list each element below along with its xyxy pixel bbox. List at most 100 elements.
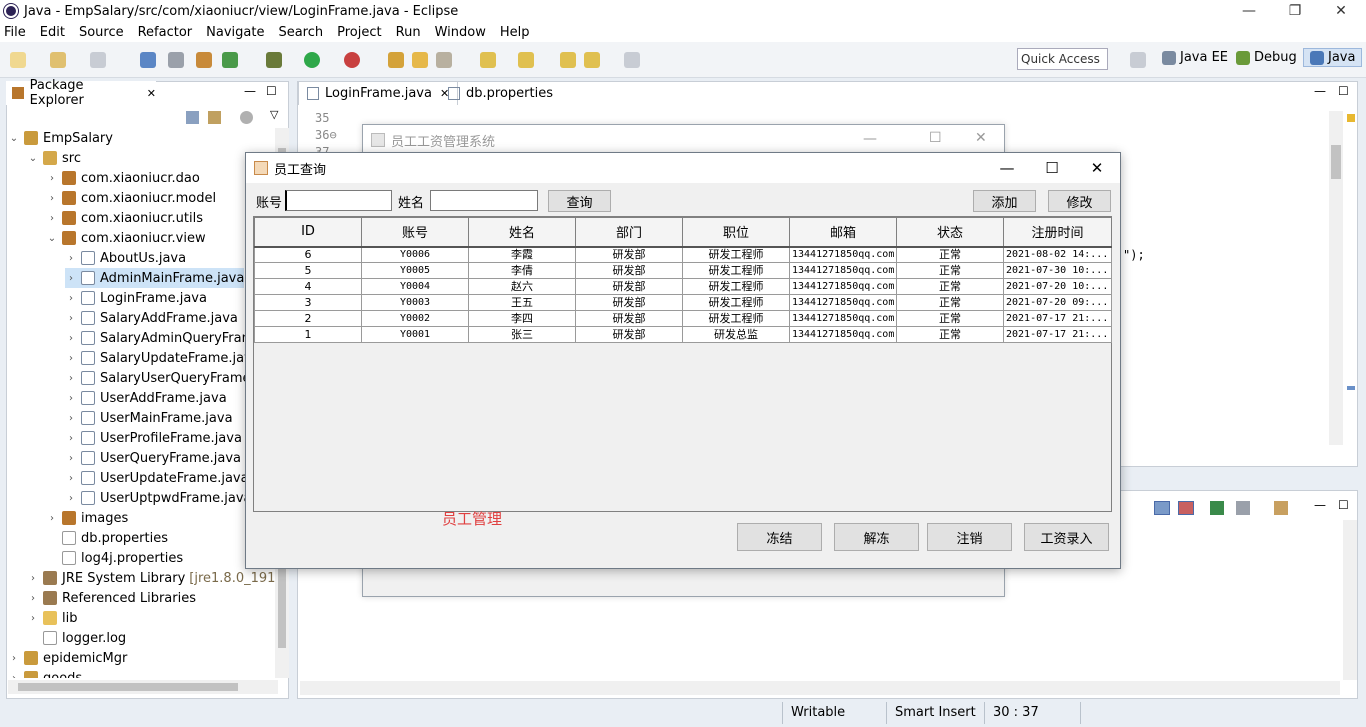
collapsed-chevron-icon[interactable]: › [65, 293, 77, 304]
tree-item[interactable]: › UserQueryFrame.java [65, 448, 241, 468]
collapse-all-icon[interactable] [186, 111, 199, 124]
open-task-icon[interactable] [412, 52, 428, 68]
column-header[interactable]: 邮箱 [789, 217, 897, 248]
table-cell[interactable]: 2021-08-02 14:... [1003, 246, 1112, 263]
table-cell[interactable]: 2021-07-17 21:... [1003, 310, 1112, 327]
tree-item[interactable]: log4j.properties [46, 548, 183, 568]
account-input[interactable] [285, 190, 392, 211]
tree-item[interactable]: › AboutUs.java [65, 248, 186, 268]
menu-edit[interactable]: Edit [40, 25, 65, 40]
next-annotation-icon[interactable] [480, 52, 496, 68]
collapsed-chevron-icon[interactable]: › [27, 573, 39, 584]
table-cell[interactable]: 研发总监 [682, 326, 790, 343]
table-cell[interactable]: 研发部 [575, 310, 683, 327]
tree-item[interactable]: › goods [8, 668, 82, 678]
menu-run[interactable]: Run [396, 25, 421, 40]
perspective-debug[interactable]: Debug [1236, 50, 1297, 65]
table-cell[interactable]: 5 [254, 262, 362, 279]
collapsed-chevron-icon[interactable]: › [8, 673, 20, 679]
run-icon[interactable] [304, 52, 320, 68]
table-cell[interactable]: 2021-07-20 10:... [1003, 278, 1112, 295]
collapsed-chevron-icon[interactable]: › [65, 433, 77, 444]
table-row[interactable]: 1 Y0001 张三 研发部 研发总监 13441271850qq.com 正常 2021-0… [254, 326, 1112, 343]
table-cell[interactable]: 2021-07-30 10:... [1003, 262, 1112, 279]
freeze-button[interactable]: 冻结 [737, 523, 822, 551]
tree-horizontal-scrollbar[interactable] [8, 680, 278, 694]
pin-console-icon[interactable] [1154, 501, 1170, 515]
menu-search[interactable]: Search [278, 25, 323, 40]
tree-item[interactable]: › images [46, 508, 128, 528]
table-cell[interactable]: 13441271850qq.com [789, 294, 897, 311]
table-cell[interactable]: 6 [254, 246, 362, 263]
tree-item[interactable]: › AdminMainFrame.java [65, 268, 245, 288]
tree-item[interactable]: › lib [27, 608, 77, 628]
collapsed-chevron-icon[interactable]: › [65, 253, 77, 264]
coverage-icon[interactable] [344, 52, 360, 68]
tree-item[interactable]: › epidemicMgr [8, 648, 127, 668]
perspective-java[interactable]: Java [1303, 48, 1363, 67]
console-options-icon[interactable] [1236, 501, 1250, 515]
last-edit-icon[interactable] [560, 52, 576, 68]
menu-help[interactable]: Help [500, 25, 530, 40]
code-text[interactable]: "); [1123, 248, 1145, 262]
column-header[interactable]: 状态 [896, 217, 1004, 248]
table-row[interactable]: 5 Y0005 李倩 研发部 研发工程师 13441271850qq.com 正常 2021-… [254, 262, 1112, 279]
table-cell[interactable]: 研发工程师 [682, 278, 790, 295]
menu-navigate[interactable]: Navigate [206, 25, 264, 40]
table-cell[interactable]: Y0005 [361, 262, 469, 279]
console-vertical-scrollbar[interactable] [1343, 520, 1357, 680]
admin-close-button[interactable]: ✕ [975, 130, 987, 146]
expanded-chevron-icon[interactable]: ⌄ [8, 133, 20, 144]
tree-item[interactable]: › UserUpdateFrame.java [65, 468, 249, 488]
tree-item[interactable]: › com.xiaoniucr.utils [46, 208, 203, 228]
table-cell[interactable]: 研发工程师 [682, 310, 790, 327]
console-minimize-icon[interactable]: — [1314, 498, 1326, 512]
focus-icon[interactable] [240, 111, 253, 124]
table-cell[interactable]: 正常 [896, 246, 1004, 263]
collapsed-chevron-icon[interactable]: › [65, 393, 77, 404]
salary-entry-button[interactable]: 工资录入 [1024, 523, 1109, 551]
display-console-icon[interactable] [1178, 501, 1194, 515]
tab-package-explorer[interactable]: Package Explorer ✕ [6, 78, 156, 108]
table-cell[interactable]: Y0006 [361, 246, 469, 263]
editor-minimize-icon[interactable]: — [1314, 84, 1326, 98]
collapsed-chevron-icon[interactable]: › [27, 613, 39, 624]
table-cell[interactable]: 研发部 [575, 246, 683, 263]
table-cell[interactable]: 研发工程师 [682, 262, 790, 279]
column-header[interactable]: ID [254, 217, 362, 248]
tree-item[interactable]: › com.xiaoniucr.dao [46, 168, 200, 188]
table-cell[interactable]: 研发部 [575, 262, 683, 279]
table-cell[interactable]: 正常 [896, 294, 1004, 311]
table-cell[interactable]: 李霞 [468, 246, 576, 263]
tree-item[interactable]: ⌄ com.xiaoniucr.view [46, 228, 206, 248]
table-cell[interactable]: Y0003 [361, 294, 469, 311]
editor-tab-db-properties[interactable]: db.properties [440, 81, 561, 105]
collapsed-chevron-icon[interactable]: › [65, 353, 77, 364]
table-cell[interactable]: Y0004 [361, 278, 469, 295]
table-cell[interactable]: 13441271850qq.com [789, 310, 897, 327]
minimize-button[interactable]: — [1226, 0, 1272, 22]
add-button[interactable]: 添加 [973, 190, 1036, 212]
table-cell[interactable]: 2 [254, 310, 362, 327]
table-row[interactable]: 6 Y0006 李霞 研发部 研发工程师 13441271850qq.com 正常 2021-… [254, 246, 1112, 263]
column-header[interactable]: 注册时间 [1003, 217, 1112, 248]
table-cell[interactable]: 李四 [468, 310, 576, 327]
tree-item[interactable]: › JRE System Library [jre1.8.0_191] [27, 568, 278, 588]
collapsed-chevron-icon[interactable]: › [65, 273, 77, 284]
tree-item[interactable]: › UserProfileFrame.java [65, 428, 242, 448]
table-row[interactable]: 3 Y0003 王五 研发部 研发工程师 13441271850qq.com 正常 2021-… [254, 294, 1112, 311]
table-row[interactable]: 4 Y0004 赵六 研发部 研发工程师 13441271850qq.com 正常 2021-… [254, 278, 1112, 295]
collapsed-chevron-icon[interactable]: › [46, 193, 58, 204]
collapsed-chevron-icon[interactable]: › [46, 173, 58, 184]
table-cell[interactable]: 2021-07-17 21:... [1003, 326, 1112, 343]
table-cell[interactable]: 13441271850qq.com [789, 278, 897, 295]
new-console-icon[interactable] [1274, 501, 1288, 515]
collapsed-chevron-icon[interactable]: › [65, 313, 77, 324]
menu-file[interactable]: File [4, 25, 26, 40]
editor-maximize-icon[interactable]: ☐ [1338, 84, 1349, 98]
table-cell[interactable]: 4 [254, 278, 362, 295]
collapsed-chevron-icon[interactable]: › [65, 473, 77, 484]
view-menu-icon[interactable]: ▽ [270, 108, 278, 121]
collapsed-chevron-icon[interactable]: › [46, 213, 58, 224]
admin-minimize-button[interactable]: — [863, 131, 877, 147]
